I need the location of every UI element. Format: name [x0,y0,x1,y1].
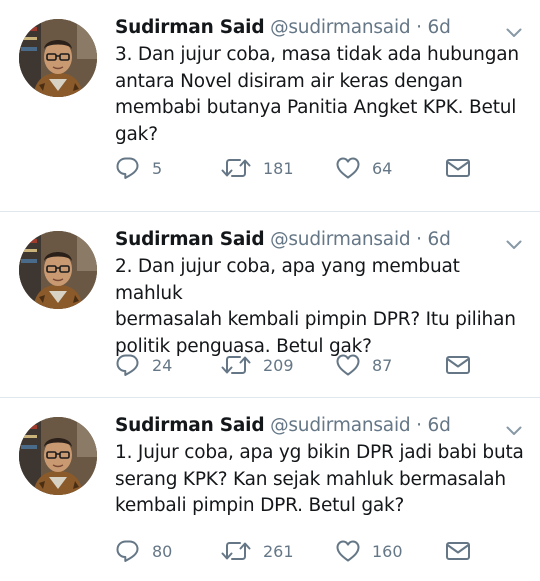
tweet-text: 2. Dan jujur coba, apa yang membuat mahl… [115,256,516,357]
retweet-count: 181 [263,158,294,178]
reply-count: 80 [152,541,173,561]
reply-count: 5 [152,158,163,178]
tweet[interactable]: Sudirman Said @sudirmansaid · 6d 2. Dan … [0,212,540,398]
direct-message-button[interactable] [445,538,471,564]
avatar[interactable] [19,19,97,97]
like-button[interactable]: 64 [335,155,392,181]
tweet-actions: 5 181 64 [115,155,530,181]
tweet-header: Sudirman Said @sudirmansaid · 6d [115,227,500,253]
retweet-icon [221,356,251,374]
like-button[interactable]: 87 [335,352,392,378]
avatar-image [19,417,97,495]
separator-dot: · [416,229,422,250]
direct-message-button[interactable] [445,155,471,181]
retweet-icon [221,542,251,560]
reply-icon [116,354,139,376]
tweet-actions: 24 209 87 [115,352,530,378]
timestamp[interactable]: 6d [428,229,451,250]
chevron-down-icon[interactable] [506,422,522,435]
envelope-icon [446,159,470,177]
reply-icon [116,540,139,562]
retweet-button[interactable]: 261 [220,538,294,564]
retweet-count: 261 [263,541,294,561]
heart-icon [336,540,360,562]
tweet-text: 1. Jujur coba, apa yg bikin DPR jadi bab… [115,442,524,516]
tweet-header: Sudirman Said @sudirmansaid · 6d [115,413,500,439]
tweet-header: Sudirman Said @sudirmansaid · 6d [115,15,500,41]
tweet[interactable]: Sudirman Said @sudirmansaid · 6d 1. Juju… [0,398,540,581]
retweet-icon [221,159,251,177]
like-count: 87 [372,355,393,375]
user-handle[interactable]: @sudirmansaid [270,17,411,38]
direct-message-button[interactable] [445,352,471,378]
chevron-down-icon[interactable] [506,24,522,37]
reply-button[interactable]: 80 [115,538,172,564]
user-handle[interactable]: @sudirmansaid [270,229,411,250]
reply-count: 24 [152,355,173,375]
tweet[interactable]: Sudirman Said @sudirmansaid · 6d 3. Dan … [0,0,540,212]
tweet-actions: 80 261 160 [115,538,530,564]
reply-button[interactable]: 24 [115,352,172,378]
separator-dot: · [416,17,422,38]
like-count: 64 [372,158,393,178]
like-count: 160 [372,541,403,561]
like-button[interactable]: 160 [335,538,403,564]
reply-button[interactable]: 5 [115,155,162,181]
user-handle[interactable]: @sudirmansaid [270,415,411,436]
retweet-count: 209 [263,355,294,375]
heart-icon [336,157,360,179]
timestamp[interactable]: 6d [428,17,451,38]
timestamp[interactable]: 6d [428,415,451,436]
envelope-icon [446,356,470,374]
tweet-feed: Sudirman Said @sudirmansaid · 6d 3. Dan … [0,0,540,581]
avatar[interactable] [19,417,97,495]
reply-icon [116,157,139,179]
chevron-down-icon[interactable] [506,236,522,249]
display-name[interactable]: Sudirman Said [115,17,265,38]
separator-dot: · [416,415,422,436]
avatar-image [19,231,97,309]
heart-icon [336,354,360,376]
display-name[interactable]: Sudirman Said [115,229,265,250]
retweet-button[interactable]: 209 [220,352,294,378]
avatar[interactable] [19,231,97,309]
display-name[interactable]: Sudirman Said [115,415,265,436]
tweet-text: 3. Dan jujur coba, masa tidak ada hubung… [115,44,519,145]
retweet-button[interactable]: 181 [220,155,294,181]
avatar-image [19,19,97,97]
envelope-icon [446,542,470,560]
